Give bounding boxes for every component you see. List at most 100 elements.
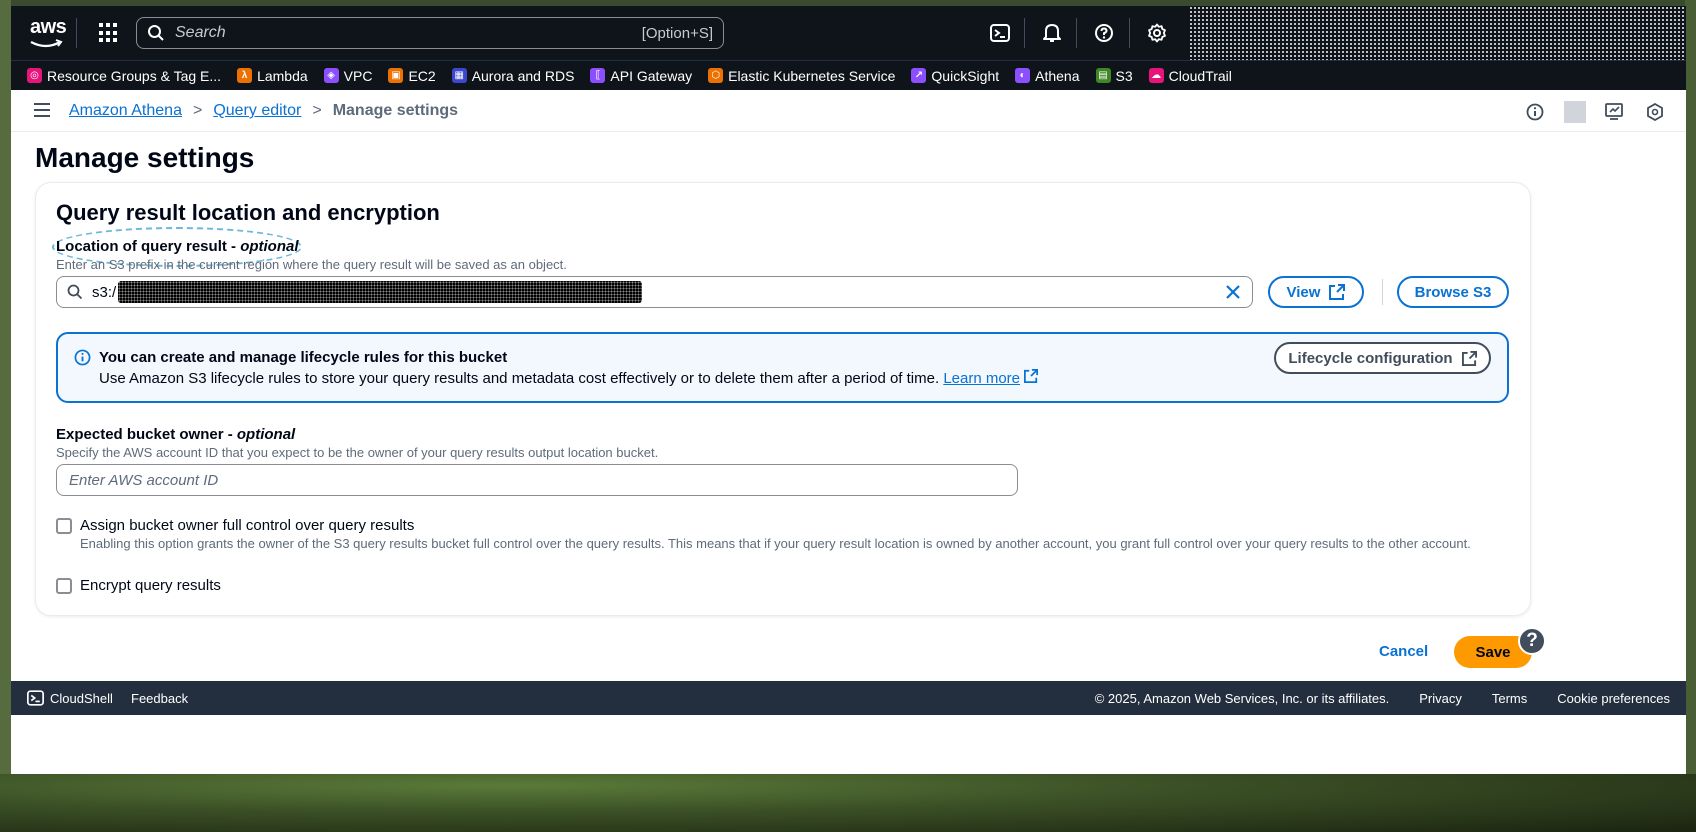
favorite-label: API Gateway — [610, 67, 693, 84]
privacy-link[interactable]: Privacy — [1419, 691, 1462, 706]
utility-icons — [1506, 101, 1666, 123]
lambda-icon: λ — [237, 68, 253, 83]
favorite-quicksight[interactable]: ↗ QuickSight — [911, 68, 999, 84]
quicksight-icon: ↗ — [911, 68, 927, 83]
encrypt-label: Encrypt query results — [80, 577, 221, 594]
utility-divider — [1564, 101, 1586, 123]
favorite-api-gateway[interactable]: ⟦ API Gateway — [590, 68, 692, 84]
external-link-icon — [1024, 369, 1039, 383]
favorite-rds[interactable]: ▦ Aurora and RDS — [451, 68, 574, 84]
favorite-resource-groups[interactable]: ◎ Resource Groups & Tag E... — [27, 68, 221, 84]
lifecycle-info-alert: You can create and manage lifecycle rule… — [56, 332, 1509, 403]
nav-divider — [1129, 18, 1130, 48]
console-footer: CloudShell Feedback © 2025, Amazon Web S… — [11, 681, 1686, 715]
encrypt-checkbox[interactable] — [56, 578, 72, 594]
full-control-label: Assign bucket owner full control over qu… — [80, 517, 415, 534]
learn-more-link[interactable]: Learn more — [943, 370, 1020, 387]
full-control-description: Enabling this option grants the owner of… — [80, 536, 1471, 551]
lifecycle-configuration-button[interactable]: Lifecycle configuration — [1274, 342, 1491, 374]
aws-smile-icon — [30, 39, 63, 48]
search-shortcut: [Option+S] — [641, 24, 713, 42]
favorite-vpc[interactable]: ◈ VPC — [323, 68, 372, 84]
cloudshell-footer-button[interactable]: CloudShell — [27, 690, 113, 706]
security-shield-icon[interactable] — [1644, 101, 1666, 123]
info-icon[interactable] — [1524, 101, 1546, 123]
cloudshell-label: CloudShell — [50, 690, 113, 706]
s3-location-value: s3:/ — [92, 283, 117, 301]
favorite-athena[interactable]: ◐ Athena — [1015, 67, 1080, 84]
help-floating-button[interactable]: ? — [1518, 627, 1546, 655]
breadcrumb-amazon-athena[interactable]: Amazon Athena — [69, 102, 182, 120]
favorite-label: EC2 — [408, 67, 436, 84]
favorite-label: Elastic Kubernetes Service — [728, 67, 896, 84]
breadcrumb-query-editor[interactable]: Query editor — [213, 102, 301, 120]
top-navigation: aws [Option+S] — [11, 6, 1686, 60]
external-link-icon — [1461, 350, 1477, 366]
location-label-text: Location of query result - — [56, 238, 241, 255]
aws-logo[interactable]: aws — [30, 16, 67, 48]
chevron-right-icon: > — [192, 102, 203, 119]
page-title: Manage settings — [35, 142, 255, 173]
favorite-label: Resource Groups & Tag E... — [47, 67, 222, 84]
aws-account-id-input[interactable] — [56, 464, 1018, 496]
search-input[interactable] — [175, 24, 642, 42]
panel-title: Query result location and encryption — [56, 200, 440, 225]
cloudshell-icon[interactable] — [987, 20, 1013, 46]
owner-field-description: Specify the AWS account ID that you expe… — [56, 445, 659, 460]
favorite-cloudtrail[interactable]: ☁ CloudTrail — [1148, 68, 1232, 84]
resource-groups-icon: ◎ — [27, 68, 42, 83]
background-left — [0, 0, 11, 832]
settings-gear-icon[interactable] — [1144, 20, 1170, 46]
favorite-lambda[interactable]: λ Lambda — [237, 68, 308, 84]
favorite-s3[interactable]: ▤ S3 — [1095, 67, 1133, 84]
info-text: Use Amazon S3 lifecycle rules to store y… — [99, 369, 1039, 387]
location-field-label: Location of query result - optional — [56, 238, 299, 255]
external-link-icon — [1329, 284, 1346, 300]
search-icon — [148, 25, 164, 41]
s3-location-input[interactable]: s3:/ — [56, 276, 1253, 308]
owner-label-text: Expected bucket owner - — [56, 426, 237, 443]
redacted-bucket-path — [118, 281, 643, 303]
favorite-eks[interactable]: ⬡ Elastic Kubernetes Service — [708, 68, 895, 84]
browse-s3-button[interactable]: Browse S3 — [1397, 276, 1509, 308]
cloudtrail-icon: ☁ — [1148, 68, 1164, 83]
aws-logo-text: aws — [30, 16, 67, 38]
terms-link[interactable]: Terms — [1492, 691, 1527, 706]
monitor-panel-icon[interactable] — [1604, 101, 1626, 123]
rds-icon: ▦ — [451, 68, 467, 83]
cookie-preferences-link[interactable]: Cookie preferences — [1557, 691, 1670, 706]
notifications-bell-icon[interactable] — [1039, 20, 1065, 46]
redacted-account-menu[interactable] — [1189, 6, 1686, 60]
cancel-button[interactable]: Cancel — [1379, 643, 1428, 660]
s3-icon: ▤ — [1095, 68, 1111, 83]
optional-label: optional — [236, 426, 296, 443]
breadcrumb-current: Manage settings — [332, 102, 459, 119]
favorites-bar: ◎ Resource Groups & Tag E... λ Lambda ◈ VPC… — [11, 60, 1686, 90]
help-icon[interactable] — [1091, 20, 1117, 46]
feedback-link[interactable]: Feedback — [131, 691, 188, 706]
info-body: Use Amazon S3 lifecycle rules to store y… — [99, 370, 940, 387]
menu-hamburger-icon[interactable] — [34, 103, 50, 117]
favorite-label: Athena — [1035, 67, 1080, 84]
button-divider — [1382, 279, 1383, 305]
nav-divider — [76, 18, 77, 48]
favorite-label: S3 — [1115, 67, 1133, 84]
copyright-text: © 2025, Amazon Web Services, Inc. or its… — [1094, 691, 1390, 706]
favorite-ec2[interactable]: ▣ EC2 — [388, 67, 436, 84]
settings-panel: Query result location and encryption Loc… — [35, 182, 1531, 616]
full-control-checkbox[interactable] — [56, 518, 72, 534]
view-button-label: View — [1286, 283, 1321, 301]
info-title: You can create and manage lifecycle rule… — [99, 349, 508, 366]
global-search[interactable]: [Option+S] — [136, 17, 724, 49]
background-landscape — [0, 774, 1696, 832]
athena-icon: ◐ — [1015, 68, 1031, 83]
browser-window: aws [Option+S] — [11, 6, 1686, 774]
search-icon — [67, 284, 83, 300]
services-grid-icon[interactable] — [99, 23, 119, 43]
footer-links: © 2025, Amazon Web Services, Inc. or its… — [1065, 691, 1670, 706]
info-icon — [74, 349, 91, 366]
location-field-description: Enter an S3 prefix in the current region… — [56, 257, 567, 272]
view-button[interactable]: View — [1268, 276, 1364, 308]
clear-x-icon[interactable] — [1224, 283, 1242, 301]
lifecycle-button-label: Lifecycle configuration — [1288, 349, 1453, 367]
